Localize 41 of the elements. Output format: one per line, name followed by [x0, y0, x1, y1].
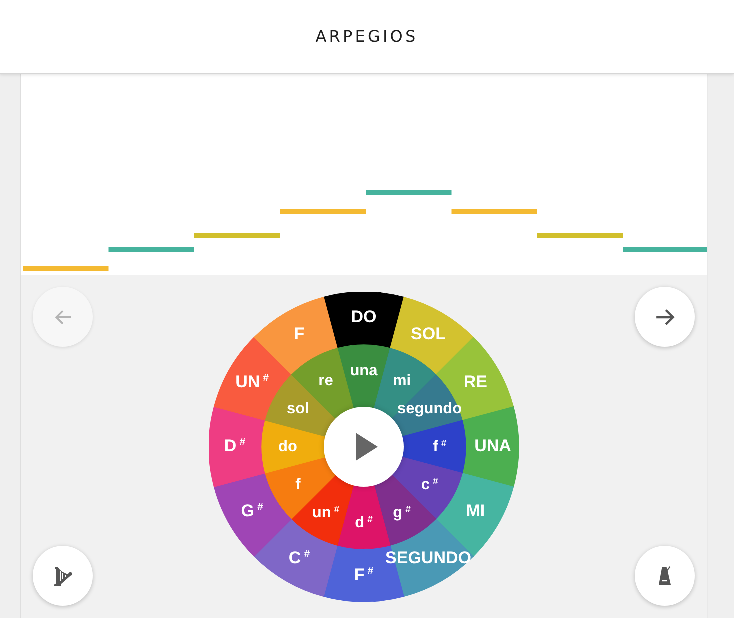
- major-key-segment[interactable]: [462, 406, 519, 488]
- major-key-label: F$^{#}$: [354, 566, 374, 586]
- major-key-segment[interactable]: [254, 296, 338, 376]
- minor-key-segment[interactable]: [265, 456, 338, 520]
- minor-key-label: re: [318, 372, 334, 390]
- minor-key-segment[interactable]: [400, 420, 466, 474]
- arrow-right-icon: [656, 308, 674, 326]
- minor-key-segment[interactable]: [292, 474, 354, 546]
- major-key-label: F: [294, 326, 305, 345]
- metronome-icon: [658, 566, 672, 586]
- minor-key-label: f: [296, 476, 301, 494]
- minor-key-label: un$^{#}$: [312, 504, 340, 522]
- minor-key-label: mi: [392, 372, 412, 390]
- major-key-label: MI: [466, 502, 486, 521]
- minor-key-segment[interactable]: [390, 456, 463, 520]
- harp-icon: [54, 566, 72, 586]
- minor-key-label: d$^{#}$: [355, 514, 373, 532]
- major-key-segment[interactable]: [324, 292, 404, 349]
- minor-key-label: segundo: [398, 400, 462, 418]
- major-key-label: DO: [351, 308, 377, 328]
- major-key-label: C$^{#}$: [288, 549, 310, 568]
- major-key-label: D$^{#}$: [224, 438, 246, 456]
- minor-key-label: do: [278, 438, 298, 456]
- arrow-left-icon: [54, 310, 72, 324]
- major-key-label: UN$^{#}$: [236, 373, 269, 392]
- major-key-label: G$^{#}$: [241, 502, 264, 521]
- major-key-label: SEGUNDO: [386, 549, 472, 568]
- minor-key-label: sol: [286, 400, 310, 418]
- metronome-button[interactable]: [635, 546, 695, 606]
- play-icon: [356, 433, 378, 461]
- major-key-label: UNA: [474, 438, 512, 456]
- forward-button[interactable]: [635, 287, 695, 347]
- minor-key-segment[interactable]: [374, 474, 436, 546]
- minor-key-label: g$^{#}$: [393, 504, 411, 522]
- app-title: ARPEGIOS: [316, 27, 418, 46]
- minor-key-label: c$^{#}$: [421, 476, 438, 494]
- major-key-label: RE: [464, 373, 488, 392]
- minor-key-label: una: [350, 362, 378, 380]
- major-key-label: SOL: [411, 326, 446, 345]
- minor-key-label: f$^{#}$: [433, 438, 447, 456]
- instrument-button[interactable]: [33, 546, 93, 606]
